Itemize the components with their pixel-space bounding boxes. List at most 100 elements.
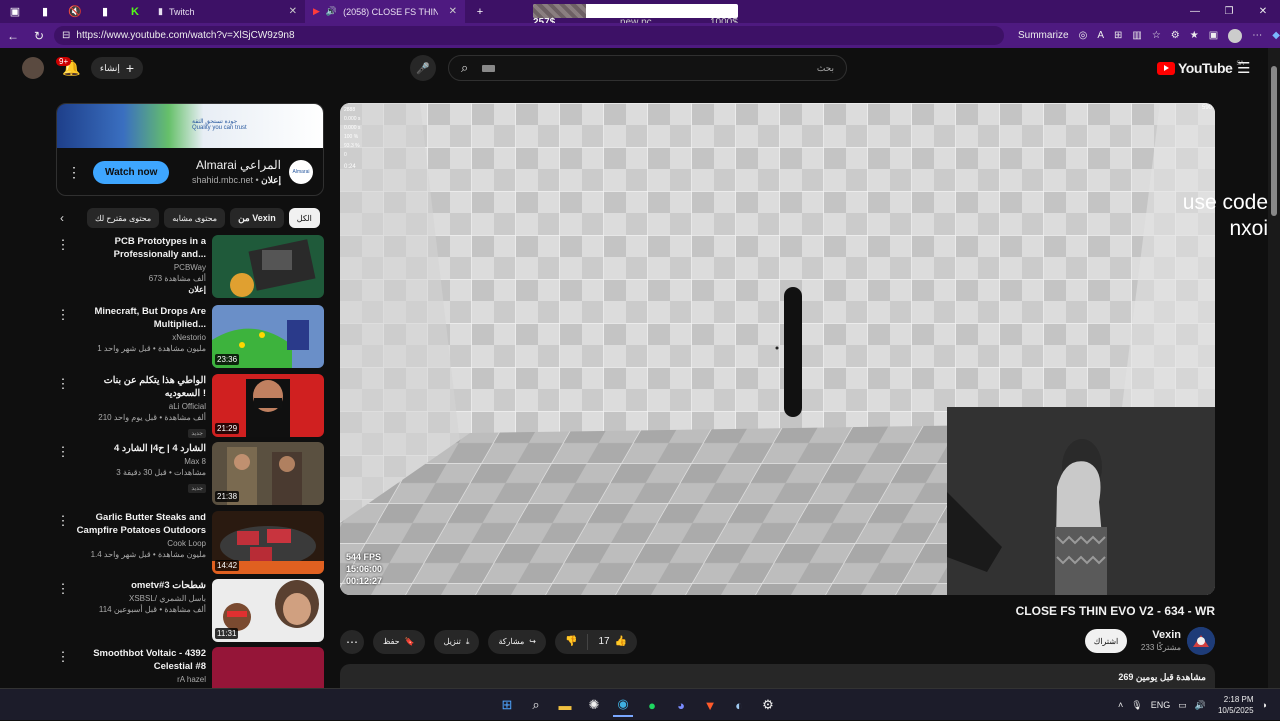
recommended-video[interactable]: ⋮ PCB Prototypes in a Professionally and.…	[56, 235, 324, 299]
video-thumbnail[interactable]: 21:38	[212, 442, 324, 505]
video-thumbnail[interactable]: 11:31	[212, 579, 324, 642]
channel-name[interactable]: Vexin	[1132, 629, 1181, 641]
description-box[interactable]: 269 مشاهدة قبل يومين	[340, 664, 1215, 688]
subscribe-button[interactable]: اشتراك	[1085, 629, 1127, 653]
start-icon[interactable]: ⊞	[497, 693, 517, 717]
keyboard-icon[interactable]	[482, 64, 496, 72]
video-title[interactable]: الشارد 4 | ح4| الشارد 4	[74, 442, 206, 455]
video-thumbnail[interactable]: 14:42	[212, 511, 324, 574]
voice-search-button[interactable]: 🎤	[410, 55, 436, 81]
recommended-video[interactable]: ⋮ Minecraft, But Drops Are Multiplied... x…	[56, 305, 324, 369]
close-window-icon[interactable]: ✕	[1246, 0, 1280, 23]
share-button[interactable]: مشاركة ↪	[488, 629, 546, 654]
language-indicator[interactable]: ENG	[1151, 700, 1171, 710]
channel-avatar[interactable]	[1187, 627, 1215, 655]
steam-icon[interactable]: ◐	[729, 693, 749, 717]
video-title[interactable]: الواطي هذا يتكلم عن بنات السعوديه !	[74, 374, 206, 400]
youtube-logo[interactable]: YouTube SA	[1157, 60, 1244, 76]
recommended-video[interactable]: ⋮ الشارد 4 | ح4| الشارد 4 Max 8 3 مشاهدات •…	[56, 442, 324, 506]
tab-twitch[interactable]: ▮ Twitch ✕	[150, 0, 305, 23]
video-title[interactable]: ometv#3 شطحات	[74, 579, 206, 592]
refresh-icon[interactable]: ↻	[26, 29, 52, 43]
channel-name[interactable]: PCBWay	[74, 263, 206, 272]
edge-copilot-icon[interactable]: ◆	[1272, 30, 1280, 41]
page-scrollbar[interactable]	[1268, 48, 1280, 688]
video-menu-icon[interactable]: ⋮	[56, 513, 70, 529]
watch-now-button[interactable]: Watch now	[93, 160, 170, 184]
brave-icon[interactable]: ▼	[700, 693, 720, 717]
video-menu-icon[interactable]: ⋮	[56, 307, 70, 323]
extensions-icon[interactable]: ⚙	[1171, 30, 1180, 41]
chevron-left-icon[interactable]: ‹	[60, 211, 82, 225]
collections-icon[interactable]: ★	[1190, 30, 1199, 41]
video-menu-icon[interactable]: ⋮	[56, 376, 70, 392]
recommended-video[interactable]: ⋮ Garlic Butter Steaks and Campfire Potat…	[56, 511, 324, 575]
video-title[interactable]: Garlic Butter Steaks and Campfire Potato…	[74, 511, 206, 537]
save-button[interactable]: حفظ 🔖	[373, 629, 425, 654]
video-title[interactable]: Minecraft, But Drops Are Multiplied...	[74, 305, 206, 331]
scrollbar-thumb[interactable]	[1271, 66, 1277, 216]
volume-icon[interactable]: 🔊	[1195, 700, 1206, 711]
chevron-up-icon[interactable]: ˄	[1118, 700, 1123, 710]
dislike-button[interactable]: 👎	[555, 633, 589, 650]
download-button[interactable]: تنزيل ⤓	[433, 629, 480, 654]
channel-name[interactable]: XSBSL/ باسل الشمري	[74, 594, 206, 603]
ad-menu-icon[interactable]: ⋮	[67, 164, 81, 181]
channel-name[interactable]: Max 8	[74, 457, 206, 466]
recommended-video[interactable]: ⋮ الواطي هذا يتكلم عن بنات السعوديه ! aLi …	[56, 374, 324, 438]
tab-youtube[interactable]: ▶ 🔊 (2058) CLOSE FS THIN EVO V2 - 634 - …	[305, 0, 465, 23]
video-thumbnail[interactable]	[212, 235, 324, 298]
chip-similar[interactable]: محتوى مشابه	[164, 208, 226, 228]
menu-icon[interactable]: ☰	[1237, 59, 1250, 77]
split-screen-icon[interactable]: ▥	[1132, 30, 1141, 41]
search-icon[interactable]: ⌕	[461, 60, 468, 76]
clock[interactable]: 2:18 PM 10/5/2025	[1218, 694, 1254, 716]
chip-suggested[interactable]: محتوى مقترح لك	[87, 208, 160, 228]
minimize-icon[interactable]: —	[1178, 0, 1212, 23]
channel-name[interactable]: xNestorio	[74, 333, 206, 342]
favorite-star-icon[interactable]: ☆	[1152, 30, 1161, 41]
profile-icon[interactable]	[1228, 28, 1243, 43]
back-icon[interactable]: ←	[0, 29, 26, 43]
pinned-tab-twitch-2[interactable]: ▮	[90, 0, 120, 23]
pinned-tab-twitch-1[interactable]: ▮	[30, 0, 60, 23]
settings-icon[interactable]: ⚙	[758, 693, 778, 717]
video-thumbnail[interactable]: 21:29	[212, 374, 324, 437]
read-aloud-icon[interactable]: A	[1097, 30, 1104, 41]
maximize-icon[interactable]: ❐	[1212, 0, 1246, 23]
create-button[interactable]: إنشاء +	[91, 57, 143, 79]
summarize-button[interactable]: Summarize	[1018, 30, 1069, 41]
ad-card[interactable]: جودة تستحق الثقة Quality you can trust ⋮…	[56, 103, 324, 196]
discord-icon[interactable]: ◕	[671, 693, 691, 717]
video-menu-icon[interactable]: ⋮	[56, 649, 70, 665]
video-menu-icon[interactable]: ⋮	[56, 237, 70, 253]
spotify-icon[interactable]: ●	[642, 693, 662, 717]
close-tab-icon[interactable]: ✕	[289, 6, 297, 17]
channel-name[interactable]: Cook Loop	[74, 539, 206, 548]
new-tab-icon[interactable]: +	[465, 0, 495, 23]
video-thumbnail[interactable]: 23:36	[212, 305, 324, 368]
video-menu-icon[interactable]: ⋮	[56, 581, 70, 597]
window-menu-icon[interactable]: ▣	[0, 0, 30, 23]
recommended-video[interactable]: ⋮ ometv#3 شطحات XSBSL/ باسل الشمري 114 ألف …	[56, 579, 324, 643]
speaker-icon[interactable]: 🔊	[326, 6, 337, 17]
more-actions-button[interactable]: ⋯	[340, 629, 364, 654]
microphone-icon[interactable]: 🎙	[1131, 700, 1142, 711]
channel-name[interactable]: aLi Official	[74, 402, 206, 411]
mute-tab-icon[interactable]: 🔇	[60, 0, 90, 23]
account-avatar[interactable]	[22, 57, 44, 79]
pinned-tab-kick[interactable]: K	[120, 0, 150, 23]
video-title[interactable]: Smoothbot Voltaic - 4392 Celestial #8	[74, 647, 206, 673]
search-icon[interactable]: ⌕	[526, 693, 546, 717]
chip-from-channel[interactable]: من Vexin	[230, 208, 284, 228]
wallet-icon[interactable]: ▣	[1209, 30, 1218, 41]
more-options-icon[interactable]: ⋯	[1252, 30, 1262, 41]
close-tab-icon[interactable]: ✕	[449, 6, 457, 17]
search-input[interactable]: بحث	[817, 63, 834, 74]
copilot-icon[interactable]: ◎	[1079, 30, 1088, 41]
video-menu-icon[interactable]: ⋮	[56, 444, 70, 460]
like-button[interactable]: 17 👍	[588, 636, 637, 647]
file-explorer-icon[interactable]: ▬	[555, 693, 575, 717]
url-field[interactable]: ⊟ https://www.youtube.com/watch?v=XlSjCW…	[54, 26, 1004, 45]
display-icon[interactable]: ▭	[1178, 700, 1187, 711]
